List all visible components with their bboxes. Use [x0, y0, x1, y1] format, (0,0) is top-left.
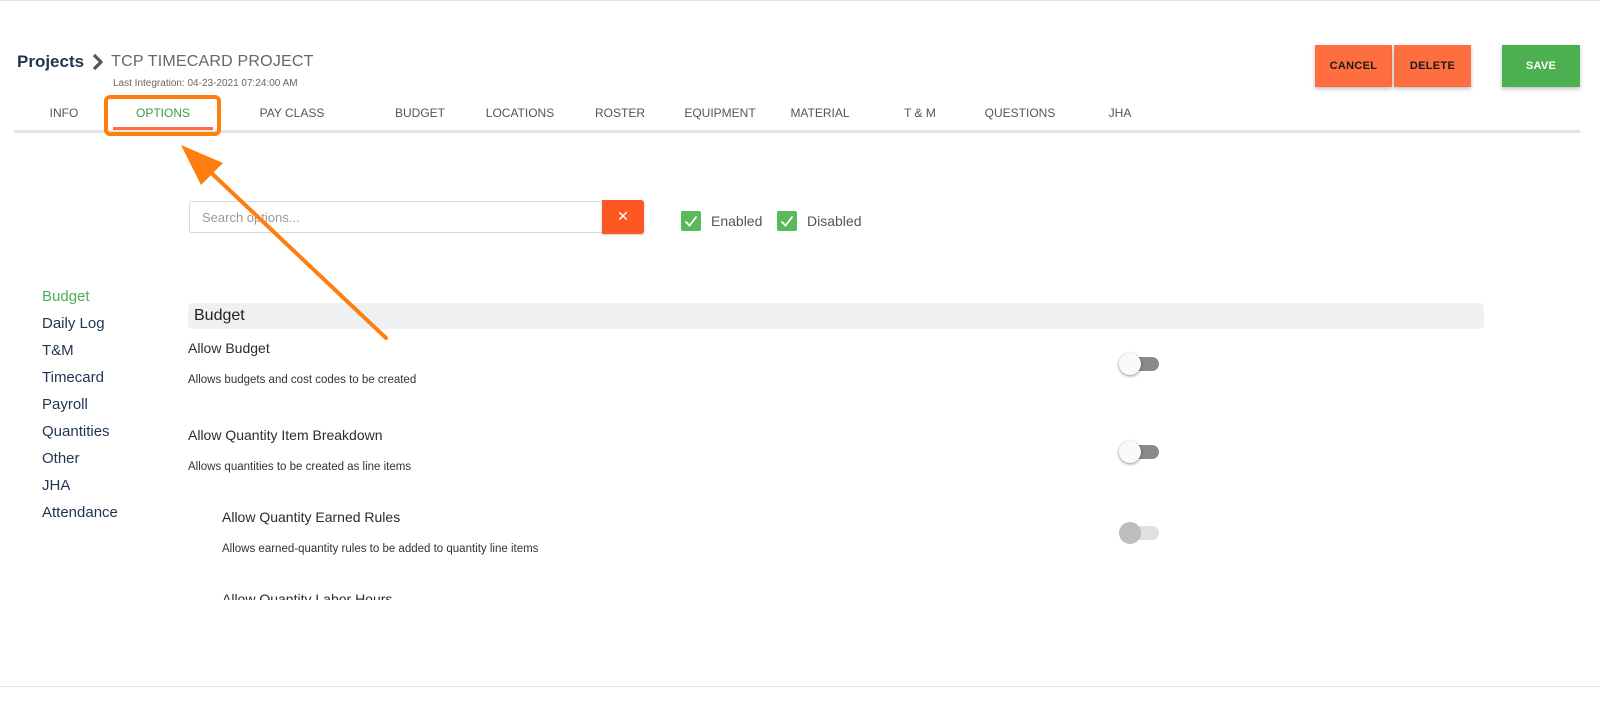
option-description: Allows earned-quantity rules to be added…	[222, 543, 539, 555]
category-jha[interactable]: JHA	[42, 477, 70, 494]
category-t-and-m[interactable]: T&M	[42, 342, 74, 359]
tab-questions[interactable]: QUESTIONS	[985, 106, 1056, 120]
category-payroll[interactable]: Payroll	[42, 396, 88, 413]
allow-quantity-earned-rules-toggle[interactable]	[1119, 521, 1161, 545]
option-description: Allows quantities to be created as line …	[188, 461, 412, 473]
save-button[interactable]: SAVE	[1502, 45, 1580, 87]
option-title: Allow Quantity Item Breakdown	[188, 427, 383, 443]
check-icon[interactable]	[777, 211, 797, 231]
category-quantities[interactable]: Quantities	[42, 423, 110, 440]
clear-search-button[interactable]: ✕	[602, 200, 644, 234]
section-header: Budget	[188, 303, 1484, 329]
tab-budget[interactable]: BUDGET	[395, 106, 445, 120]
check-icon[interactable]	[681, 211, 701, 231]
tab-roster[interactable]: ROSTER	[595, 106, 645, 120]
last-integration-text: Last Integration: 04-23-2021 07:24:00 AM	[113, 78, 298, 89]
tab-info[interactable]: INFO	[50, 106, 79, 120]
option-description: Allows budgets and cost codes to be crea…	[188, 374, 417, 386]
chevron-right-icon	[92, 54, 104, 70]
toggle-knob	[1119, 353, 1141, 375]
category-attendance[interactable]: Attendance	[42, 504, 118, 521]
enabled-filter-label: Enabled	[711, 213, 763, 229]
bottom-border	[0, 686, 1600, 687]
project-title: TCP TIMECARD PROJECT	[111, 53, 314, 70]
category-other[interactable]: Other	[42, 450, 80, 467]
tab-equipment[interactable]: EQUIPMENT	[684, 106, 755, 120]
enabled-filter[interactable]: Enabled	[681, 211, 762, 231]
cancel-button[interactable]: CANCEL	[1315, 45, 1392, 87]
category-budget[interactable]: Budget	[42, 288, 90, 305]
disabled-filter-label: Disabled	[807, 213, 862, 229]
option-title: Allow Quantity Earned Rules	[222, 509, 401, 525]
top-border	[0, 0, 1600, 1]
tab-jha[interactable]: JHA	[1109, 106, 1132, 120]
category-timecard[interactable]: Timecard	[42, 369, 104, 386]
disabled-filter[interactable]: Disabled	[777, 211, 861, 231]
toggle-knob	[1119, 522, 1141, 544]
search-options-input[interactable]	[189, 201, 603, 233]
delete-button[interactable]: DELETE	[1394, 45, 1471, 87]
tab-locations[interactable]: LOCATIONS	[486, 106, 554, 120]
tab-t-and-m[interactable]: T & M	[904, 106, 936, 120]
breadcrumb: Projects TCP TIMECARD PROJECT	[17, 52, 314, 72]
annotation-highlight-box	[104, 95, 221, 136]
option-clipped-row: Allow Quantity Labor Hours	[222, 590, 622, 600]
toggle-knob	[1119, 441, 1141, 463]
breadcrumb-projects-link[interactable]: Projects	[17, 52, 84, 72]
option-title: Allow Quantity Labor Hours	[222, 591, 393, 600]
category-daily-log[interactable]: Daily Log	[42, 315, 105, 332]
option-title: Allow Budget	[188, 340, 270, 356]
tab-pay-class[interactable]: PAY CLASS	[260, 106, 325, 120]
tab-bar-divider	[14, 130, 1580, 133]
allow-budget-toggle[interactable]	[1119, 352, 1161, 376]
tab-material[interactable]: MATERIAL	[790, 106, 849, 120]
allow-quantity-item-breakdown-toggle[interactable]	[1119, 440, 1161, 464]
section-title: Budget	[194, 307, 245, 324]
